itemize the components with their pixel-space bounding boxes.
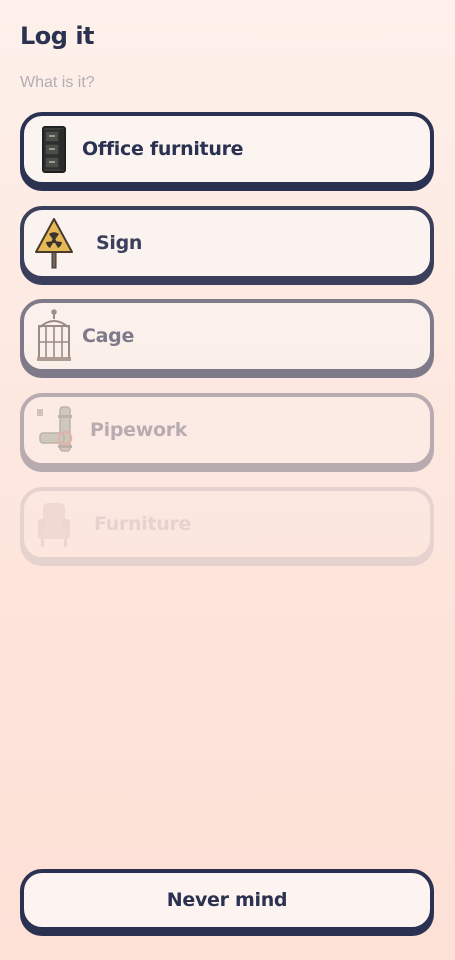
option-sign[interactable]: Sign (20, 206, 434, 280)
option-label: Pipework (90, 419, 188, 441)
option-label: Office furniture (82, 138, 244, 160)
option-furniture[interactable]: Furniture (20, 487, 434, 561)
option-label: Sign (96, 232, 143, 254)
option-office-furniture[interactable]: Office furniture (20, 112, 434, 186)
option-label: Furniture (94, 513, 192, 535)
filing-cabinet-icon (42, 126, 66, 173)
page-title: Log it (20, 22, 95, 50)
armchair-icon (38, 503, 70, 547)
option-cage[interactable]: Cage (20, 299, 434, 373)
pipework-icon (37, 406, 73, 452)
option-label: Cage (82, 325, 135, 347)
option-pipework[interactable]: Pipework (20, 393, 434, 467)
radiation-sign-icon (35, 218, 73, 269)
category-prompt: What is it? (20, 74, 95, 91)
never-mind-button[interactable]: Never mind (20, 869, 434, 931)
never-mind-label: Never mind (166, 889, 288, 911)
cage-icon (37, 309, 71, 361)
